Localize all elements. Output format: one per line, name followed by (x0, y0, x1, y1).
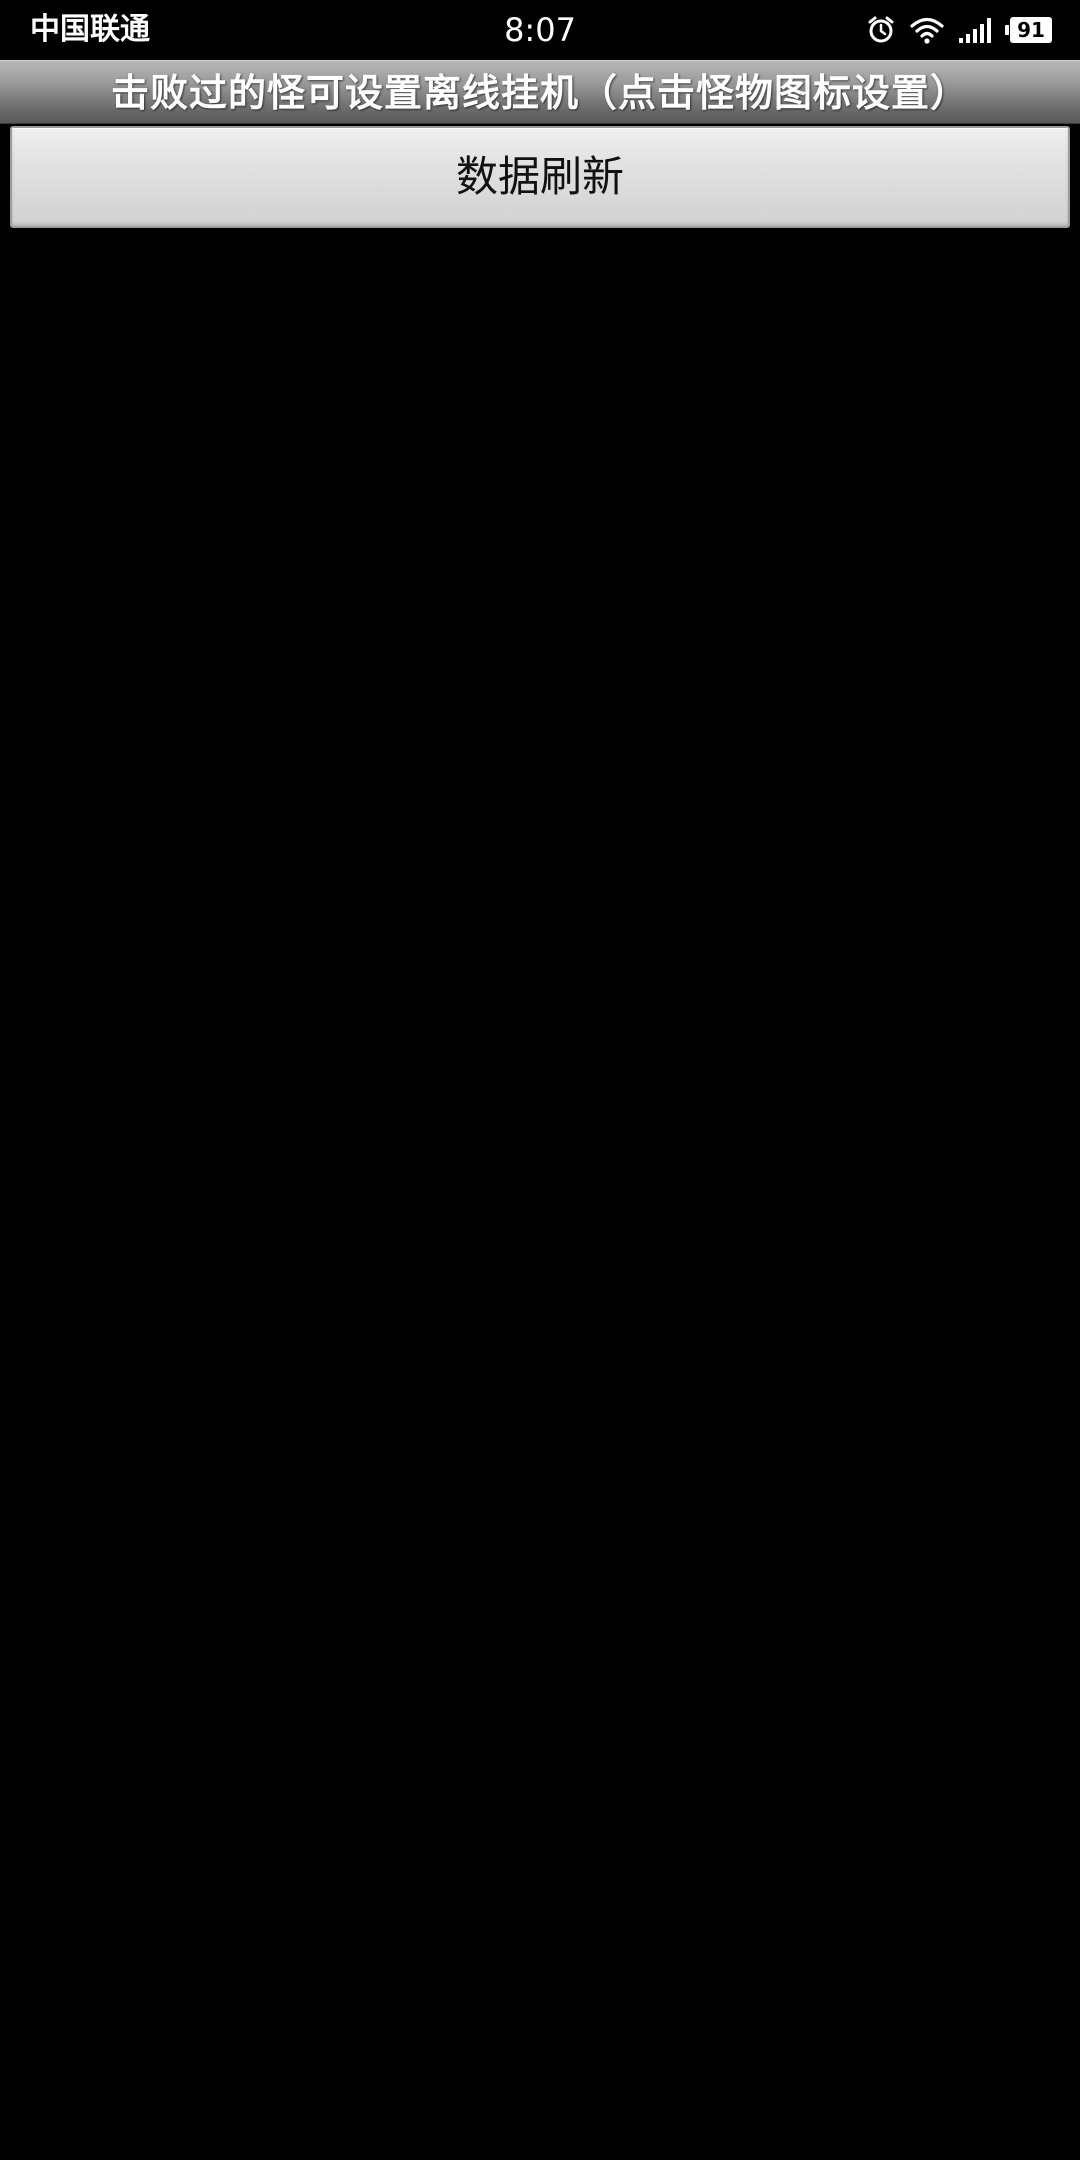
monster-list-area (0, 230, 1080, 2160)
refresh-data-button[interactable]: 数据刷新 (10, 126, 1070, 228)
alarm-clock-icon (866, 15, 896, 45)
battery-icon: 91 (1005, 17, 1052, 43)
title-bar: 击败过的怪可设置离线挂机（点击怪物图标设置） (0, 60, 1080, 124)
app-screen: 中国联通 8:07 91 击败过的怪可设置离线挂机（点击怪物图标设置） 数据刷新 (0, 0, 1080, 2160)
signal-icon (958, 16, 996, 44)
status-icons: 91 (866, 12, 1052, 48)
page-title: 击败过的怪可设置离线挂机（点击怪物图标设置） (110, 71, 969, 115)
refresh-data-button-label: 数据刷新 (455, 152, 624, 201)
status-bar: 中国联通 8:07 91 (0, 0, 1080, 60)
wifi-icon (910, 16, 944, 44)
